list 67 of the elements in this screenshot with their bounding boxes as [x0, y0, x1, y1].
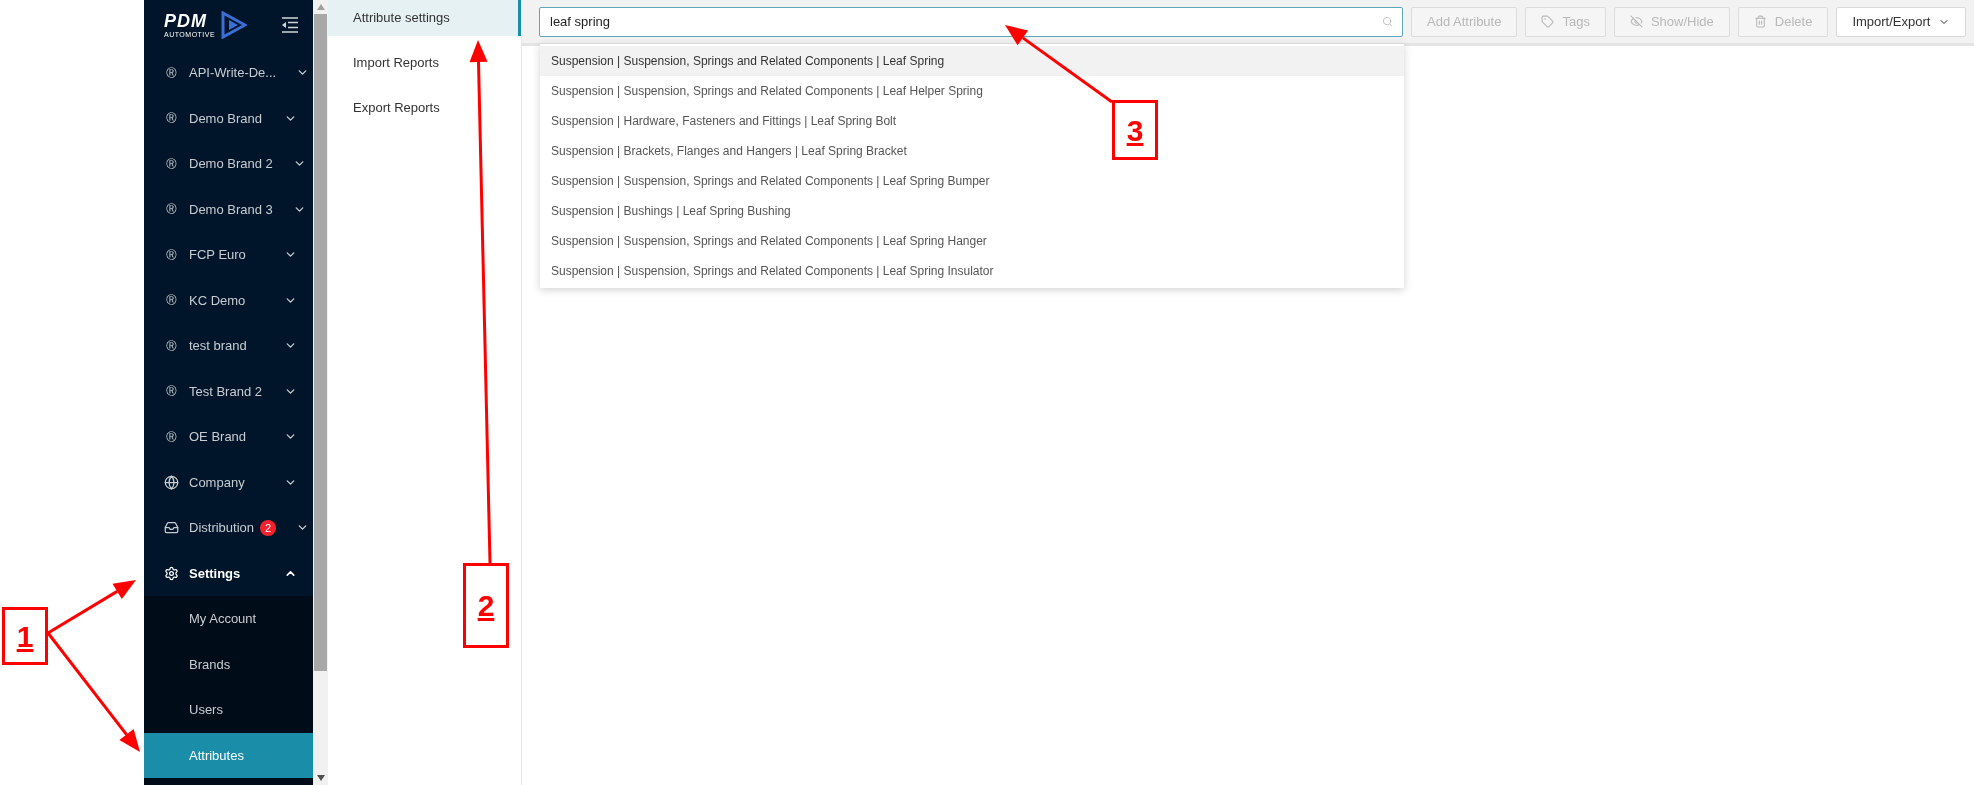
settings-icon [164, 565, 179, 581]
suggestion-option[interactable]: Suspension | Hardware, Fasteners and Fittings | Leaf Spring Bolt [551, 112, 897, 130]
sidebar-item[interactable]: ® API-Write-De... [144, 50, 313, 96]
sidebar-item[interactable]: ® Test Brand 2 [144, 368, 313, 414]
search-icon [1382, 15, 1393, 27]
trash-icon [1753, 15, 1767, 28]
count-badge: 2 [260, 519, 277, 536]
sidebar-item[interactable]: ® Demo Brand 2 [144, 141, 313, 187]
sidebar-label: Demo Brand 3 [189, 200, 273, 219]
sidebar-label: Demo Brand [189, 109, 262, 128]
sidebar-label: Test Brand 2 [189, 382, 262, 401]
sidebar-item[interactable]: ® Demo Brand 3 [144, 186, 313, 232]
registered-icon: ® [164, 247, 179, 262]
registered-icon: ® [164, 202, 179, 217]
sidebar-item[interactable]: Company [144, 459, 313, 505]
suggestion-option[interactable]: Suspension | Suspension, Springs and Related Components | Leaf Spring Hanger [551, 232, 987, 250]
scrollbar[interactable] [313, 0, 328, 785]
sidebar-label: Demo Brand 2 [189, 155, 273, 173]
sidebar-item[interactable]: ® FCP Euro [144, 232, 313, 278]
sidebar-label: API-Write-De... [189, 64, 277, 82]
annotation-label: 2 [463, 563, 509, 648]
play-logo-icon [221, 11, 248, 39]
sidebar-item[interactable]: ® KC Demo [144, 277, 313, 323]
scroll-down-icon[interactable] [316, 775, 325, 781]
toolbar-button[interactable]: Import/Export [1836, 6, 1967, 37]
settings-menu-item[interactable]: Export Reports [328, 90, 521, 126]
collapse-menu-icon[interactable] [281, 17, 299, 33]
suggestion-option[interactable]: Suspension | Suspension, Springs and Related Components | Leaf Helper Spring [551, 82, 983, 100]
registered-icon: ® [164, 293, 179, 308]
annotation-label: 3 [1112, 100, 1158, 160]
sidebar-label: Company [189, 473, 245, 492]
tag-icon [1541, 15, 1555, 28]
scroll-up-icon[interactable] [316, 4, 325, 10]
sidebar-label: OE Brand [189, 428, 247, 446]
tray-icon [164, 520, 179, 536]
search-field[interactable]: leaf spring [539, 6, 1403, 37]
sidebar-label: Distribution [189, 519, 255, 537]
suggestion-option[interactable]: Suspension | Bushings | Leaf Spring Bushing [551, 202, 791, 220]
submenu-item[interactable]: Users [144, 687, 313, 733]
settings-menu-item[interactable]: Attribute settings [328, 0, 521, 36]
submenu-item[interactable]: Attributes [144, 732, 313, 778]
sidebar-item[interactable]: ® test brand [144, 323, 313, 369]
registered-icon: ® [164, 429, 179, 444]
sidebar-item[interactable]: Settings [144, 550, 313, 596]
sidebar-label: KC Demo [189, 291, 246, 310]
registered-icon: ® [164, 65, 179, 80]
globe-icon [164, 474, 179, 490]
settings-menu-item[interactable]: Import Reports [328, 45, 521, 81]
sidebar-item[interactable]: ® OE Brand [144, 414, 313, 460]
suggestion-option[interactable]: Suspension | Suspension, Springs and Related Components | Leaf Spring Insulator [551, 262, 994, 280]
sidebar-label: test brand [189, 337, 247, 355]
suggestion-option[interactable]: Suspension | Brackets, Flanges and Hangers | Leaf Spring Bracket [551, 142, 907, 160]
sidebar-item[interactable]: ® Demo Brand [144, 95, 313, 141]
registered-icon: ® [164, 156, 179, 171]
eye-off-icon [1629, 15, 1643, 28]
submenu-item[interactable]: My Account [144, 596, 313, 642]
sidebar-label: FCP Euro [189, 246, 246, 264]
sidebar-item[interactable]: Distribution 2 [144, 505, 313, 551]
registered-icon: ® [164, 338, 179, 353]
sidebar-label: Settings [189, 564, 241, 583]
suggestion-option[interactable]: Suspension | Suspension, Springs and Related Components | Leaf Spring Bumper [551, 172, 990, 190]
submenu-item[interactable]: Brands [144, 641, 313, 687]
annotation-label: 1 [2, 607, 48, 665]
registered-icon: ® [164, 111, 179, 126]
registered-icon: ® [164, 384, 179, 399]
logo-text: PDM [164, 12, 208, 30]
scrollbar-thumb[interactable] [314, 14, 327, 671]
